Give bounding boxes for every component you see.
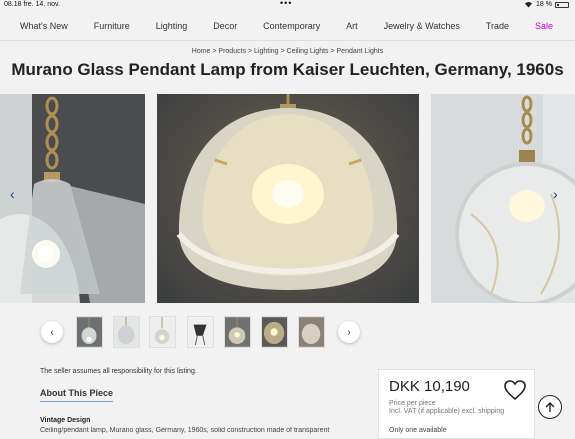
thumbnail-3[interactable] [149,316,176,348]
main-nav: What's New Furniture Lighting Decor Cont… [0,12,575,40]
nav-divider [0,40,575,41]
heart-icon[interactable] [503,378,527,402]
vat-note: Incl. VAT (if applicable) excl. shipping [389,408,505,415]
thumbnail-2[interactable] [113,316,140,348]
status-indicators: 18 % [524,1,569,8]
purchase-panel: DKK 10,190 Price per piece Incl. VAT (if… [378,369,535,439]
vintage-design-heading: Vintage Design [40,417,91,424]
battery-icon [555,1,569,8]
nav-item-whats-new[interactable]: What's New [20,21,68,31]
gallery-next-arrow-icon[interactable]: › [553,186,558,202]
nav-item-contemporary[interactable]: Contemporary [263,21,320,31]
thumbnail-strip: ‹ › [0,315,575,349]
thumbnail-5[interactable] [224,316,251,348]
status-bar: 08.18 fre. 14. nov. ••• 18 % [0,0,575,10]
thumbnail-1[interactable] [76,316,103,348]
battery-percent: 18 % [536,1,552,8]
wifi-icon [525,2,533,8]
multitask-dots[interactable]: ••• [280,0,292,8]
thumbnail-prev-button[interactable]: ‹ [41,321,63,343]
page-title: Murano Glass Pendant Lamp from Kaiser Le… [11,60,564,79]
seller-disclaimer: The seller assumes all responsibility fo… [40,368,197,375]
nav-item-trade[interactable]: Trade [486,21,509,31]
thumbnail-image [114,317,139,347]
price: DKK 10,190 [389,378,470,395]
thumbnail-image [77,317,102,347]
nav-item-lighting[interactable]: Lighting [156,21,188,31]
arrow-up-icon [545,402,555,412]
thumbnail-image [225,317,250,347]
thumbnail-4[interactable] [187,316,214,348]
gallery-prev-arrow-icon[interactable]: ‹ [10,186,15,202]
price-note: Price per piece [389,400,436,407]
nav-item-furniture[interactable]: Furniture [94,21,130,31]
breadcrumb[interactable]: Home > Products > Lighting > Ceiling Lig… [0,48,575,55]
pendant-lamp-photo [0,96,145,303]
image-gallery[interactable]: ‹ › [0,94,575,303]
thumbnail-6[interactable] [261,316,288,348]
nav-item-sale[interactable]: Sale [535,21,553,31]
back-to-top-button[interactable] [538,395,562,419]
nav-item-art[interactable]: Art [346,21,358,31]
nav-item-jewelry-watches[interactable]: Jewelry & Watches [384,21,460,31]
thumbnail-image [188,317,213,347]
gallery-image-previous[interactable] [0,94,145,303]
thumbnail-7[interactable] [298,316,325,348]
murano-glass-lamp-photo [176,94,400,290]
gallery-image-main[interactable] [157,94,419,303]
thumbnail-image [299,317,324,347]
thumbnail-image [262,317,287,347]
about-heading[interactable]: About This Piece [40,388,114,402]
thumbnail-image [150,317,175,347]
nav-item-decor[interactable]: Decor [213,21,237,31]
status-time: 08.18 fre. 14. nov. [4,1,60,8]
thumbnail-next-button[interactable]: › [338,321,360,343]
